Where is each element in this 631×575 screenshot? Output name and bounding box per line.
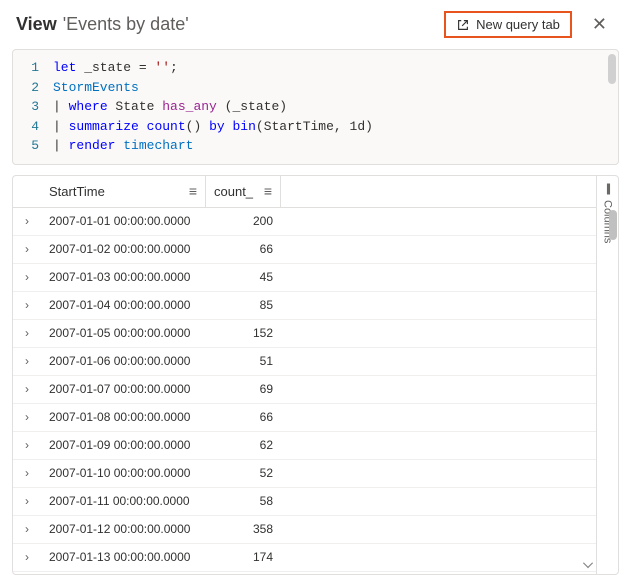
table-row[interactable]: ›2007-01-05 00:00:00.0000152: [13, 320, 596, 348]
open-external-icon: [456, 18, 470, 32]
code-text: | render timechart: [53, 136, 193, 156]
columns-icon: |||: [606, 182, 609, 194]
expand-row-icon[interactable]: ›: [13, 382, 41, 396]
cell-starttime: 2007-01-10 00:00:00.0000: [41, 466, 206, 480]
cell-starttime: 2007-01-05 00:00:00.0000: [41, 326, 206, 340]
cell-count: 62: [206, 438, 281, 452]
code-text: | where State has_any (_state): [53, 97, 287, 117]
expand-row-icon[interactable]: ›: [13, 494, 41, 508]
expand-row-icon[interactable]: ›: [13, 354, 41, 368]
close-icon: ✕: [592, 14, 607, 34]
table-row[interactable]: ›2007-01-08 00:00:00.000066: [13, 404, 596, 432]
column-header-starttime[interactable]: StartTime ≡: [41, 176, 206, 207]
grid-scrollbar[interactable]: [609, 210, 617, 240]
expand-row-icon[interactable]: ›: [13, 298, 41, 312]
cell-count: 66: [206, 242, 281, 256]
header-subtitle: 'Events by date': [63, 14, 189, 35]
new-query-tab-label: New query tab: [476, 17, 560, 32]
cell-count: 200: [206, 214, 281, 228]
table-row[interactable]: ›2007-01-02 00:00:00.000066: [13, 236, 596, 264]
header-title: View: [16, 14, 57, 35]
expand-row-icon[interactable]: ›: [13, 242, 41, 256]
table-row[interactable]: ›2007-01-12 00:00:00.0000358: [13, 516, 596, 544]
cell-count: 69: [206, 382, 281, 396]
line-number: 3: [13, 97, 53, 117]
column-header-count[interactable]: count_ ≡: [206, 176, 281, 207]
table-row[interactable]: ›2007-01-07 00:00:00.000069: [13, 376, 596, 404]
code-line: 5| render timechart: [13, 136, 618, 156]
line-number: 1: [13, 58, 53, 78]
query-editor[interactable]: 1let _state = '';2StormEvents3| where St…: [12, 49, 619, 165]
table-row[interactable]: ›2007-01-03 00:00:00.000045: [13, 264, 596, 292]
cell-starttime: 2007-01-11 00:00:00.0000: [41, 494, 206, 508]
cell-starttime: 2007-01-09 00:00:00.0000: [41, 438, 206, 452]
column-menu-icon[interactable]: ≡: [189, 183, 197, 199]
cell-starttime: 2007-01-07 00:00:00.0000: [41, 382, 206, 396]
cell-starttime: 2007-01-03 00:00:00.0000: [41, 270, 206, 284]
cell-count: 51: [206, 354, 281, 368]
new-query-tab-button[interactable]: New query tab: [444, 11, 572, 38]
table-row[interactable]: ›2007-01-04 00:00:00.000085: [13, 292, 596, 320]
code-line: 4| summarize count() by bin(StartTime, 1…: [13, 117, 618, 137]
code-text: StormEvents: [53, 78, 139, 98]
cell-count: 45: [206, 270, 281, 284]
table-row[interactable]: ›2007-01-09 00:00:00.000062: [13, 432, 596, 460]
expand-row-icon[interactable]: ›: [13, 214, 41, 228]
line-number: 4: [13, 117, 53, 137]
cell-starttime: 2007-01-12 00:00:00.0000: [41, 522, 206, 536]
line-number: 5: [13, 136, 53, 156]
cell-count: 358: [206, 522, 281, 536]
grid-body[interactable]: ›2007-01-01 00:00:00.0000200›2007-01-02 …: [13, 208, 596, 574]
line-number: 2: [13, 78, 53, 98]
grid-header: StartTime ≡ count_ ≡: [13, 176, 596, 208]
table-row[interactable]: ›2007-01-11 00:00:00.000058: [13, 488, 596, 516]
cell-count: 174: [206, 550, 281, 564]
table-row[interactable]: ›2007-01-06 00:00:00.000051: [13, 348, 596, 376]
table-row[interactable]: ›2007-01-13 00:00:00.0000174: [13, 544, 596, 572]
expand-row-icon[interactable]: ›: [13, 438, 41, 452]
cell-starttime: 2007-01-06 00:00:00.0000: [41, 354, 206, 368]
results-panel: StartTime ≡ count_ ≡ ›2007-01-01 00:00:0…: [12, 175, 619, 575]
expand-row-icon[interactable]: ›: [13, 522, 41, 536]
code-text: let _state = '';: [53, 58, 178, 78]
code-line: 1let _state = '';: [13, 58, 618, 78]
cell-count: 66: [206, 410, 281, 424]
cell-starttime: 2007-01-02 00:00:00.0000: [41, 242, 206, 256]
cell-count: 52: [206, 466, 281, 480]
cell-starttime: 2007-01-13 00:00:00.0000: [41, 550, 206, 564]
cell-starttime: 2007-01-04 00:00:00.0000: [41, 298, 206, 312]
code-line: 3| where State has_any (_state): [13, 97, 618, 117]
cell-count: 58: [206, 494, 281, 508]
results-grid: StartTime ≡ count_ ≡ ›2007-01-01 00:00:0…: [13, 176, 596, 574]
table-row[interactable]: ›2007-01-01 00:00:00.0000200: [13, 208, 596, 236]
expand-row-icon[interactable]: ›: [13, 410, 41, 424]
cell-count: 85: [206, 298, 281, 312]
columns-sidebar[interactable]: ||| Columns: [596, 176, 618, 574]
expand-row-icon[interactable]: ›: [13, 270, 41, 284]
editor-scrollbar[interactable]: [608, 54, 616, 84]
column-menu-icon[interactable]: ≡: [264, 183, 272, 199]
code-text: | summarize count() by bin(StartTime, 1d…: [53, 117, 373, 137]
expand-row-icon[interactable]: ›: [13, 550, 41, 564]
cell-starttime: 2007-01-01 00:00:00.0000: [41, 214, 206, 228]
expand-row-icon[interactable]: ›: [13, 326, 41, 340]
table-row[interactable]: ›2007-01-10 00:00:00.000052: [13, 460, 596, 488]
expand-row-icon[interactable]: ›: [13, 466, 41, 480]
panel-header: View 'Events by date' New query tab ✕: [0, 0, 631, 49]
code-line: 2StormEvents: [13, 78, 618, 98]
cell-starttime: 2007-01-08 00:00:00.0000: [41, 410, 206, 424]
close-button[interactable]: ✕: [584, 10, 615, 39]
cell-count: 152: [206, 326, 281, 340]
